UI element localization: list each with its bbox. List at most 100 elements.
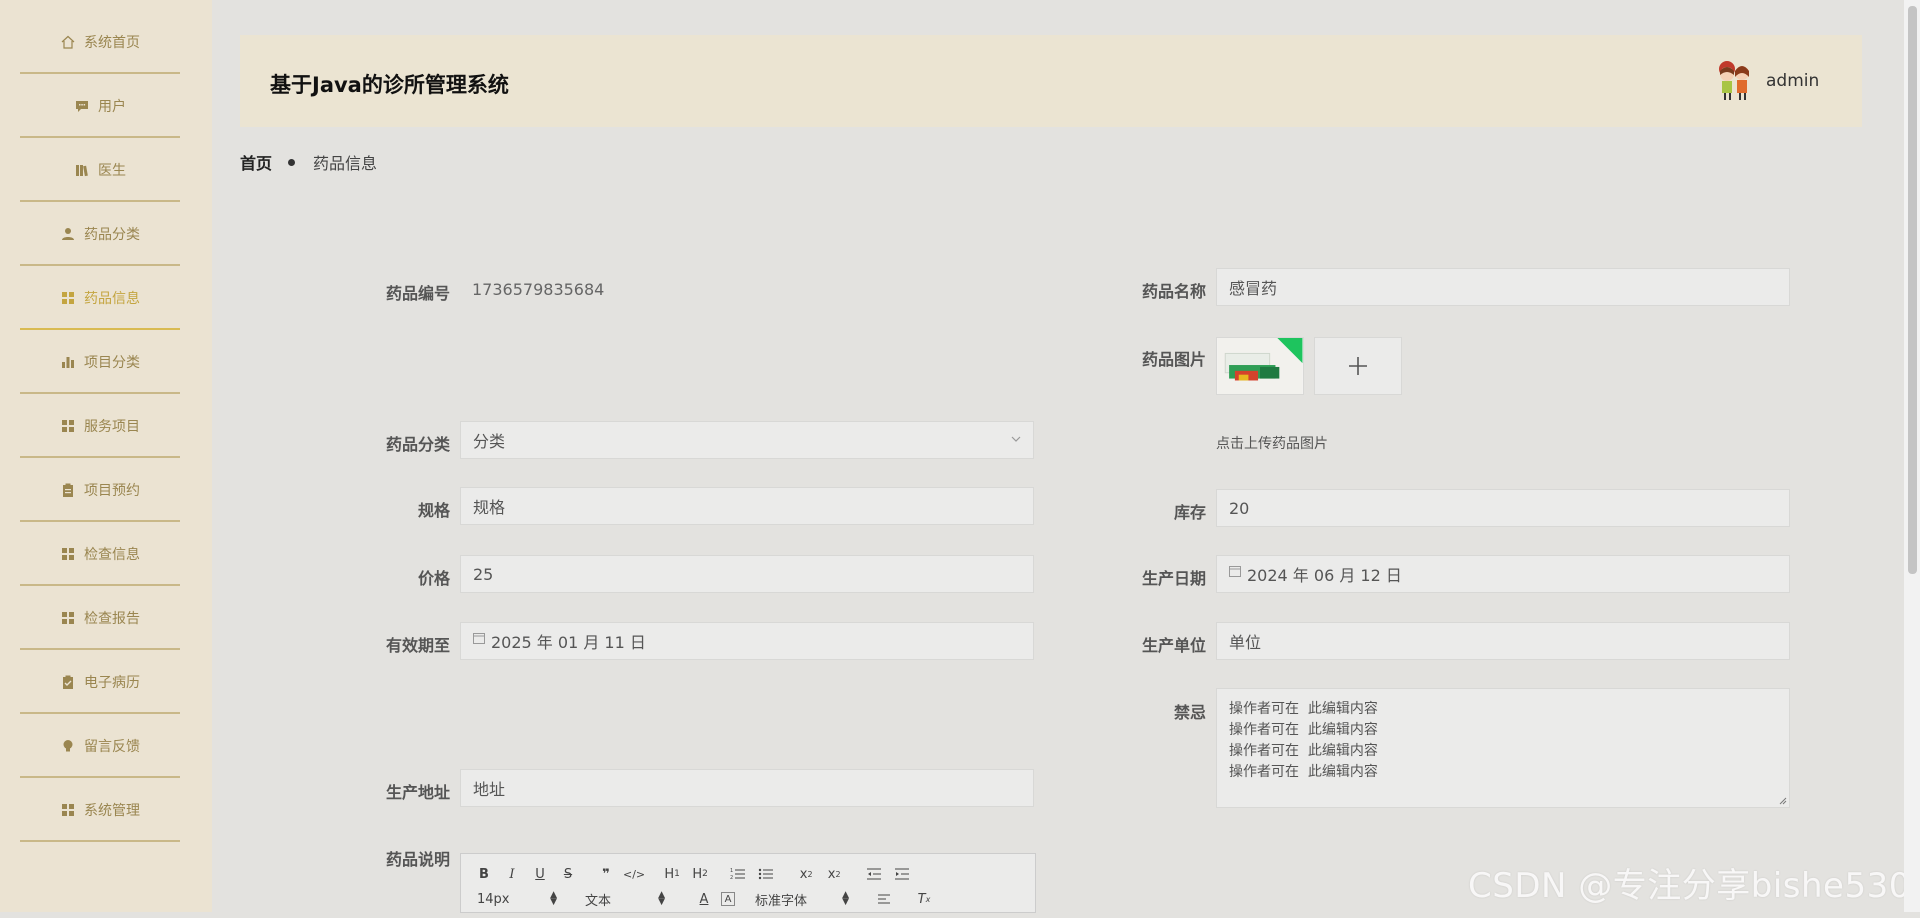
drug-image-thumbnail[interactable] [1216,337,1304,395]
sidebar-item-label: 系统首页 [84,35,140,51]
sidebar-item-drug-category[interactable]: 药品分类 [20,204,180,266]
clear-format-icon[interactable]: Tx [913,889,935,909]
subscript-button[interactable]: x2 [795,864,817,884]
label-drug-name: 药品名称 [1141,282,1206,301]
rich-text-editor[interactable]: B I U S ❞ </> H1 H2 12 x2 x2 14px ▲ ▼ 文本 ▲ ▼… [460,853,1036,913]
sidebar-item-services[interactable]: 服务项目 [20,396,180,458]
underline-button[interactable]: U [529,864,551,884]
upload-hint: 点击上传药品图片 [1216,436,1328,452]
taboo-line: 操作者可在 此编辑内容 [1229,722,1378,738]
drug-name-value: 感冒药 [1229,279,1278,298]
expiry-date-input[interactable]: 2025 年 01 月 11 日 [460,622,1034,660]
label-taboo: 禁忌 [1173,703,1206,722]
label-drug-code: 药品编号 [385,284,450,303]
avatar[interactable] [1710,55,1758,103]
sidebar-item-appointments[interactable]: 项目预约 [20,460,180,522]
scrollbar-thumb[interactable] [1908,6,1917,574]
italic-button[interactable]: I [501,864,523,884]
sidebar-item-exam-report[interactable]: 检查报告 [20,588,180,650]
clipboard-check-icon [60,674,76,690]
label-expiry: 有效期至 [385,636,450,655]
sidebar-item-label: 项目分类 [84,355,140,371]
grid-icon [60,418,76,434]
sidebar-item-home[interactable]: 系统首页 [20,12,180,74]
sidebar-item-medical-records[interactable]: 电子病历 [20,652,180,714]
address-input[interactable]: 地址 [460,769,1034,807]
label-price: 价格 [417,569,450,588]
sidebar-item-label: 项目预约 [84,483,140,499]
stock-input[interactable]: 20 [1216,489,1790,527]
sidebar-item-label: 检查报告 [84,611,140,627]
page-scrollbar[interactable] [1904,0,1920,912]
label-description: 药品说明 [385,850,450,869]
bullet-list-icon[interactable] [755,864,777,884]
label-spec: 规格 [417,501,450,520]
breadcrumb-home[interactable]: 首页 [240,150,272,174]
editor-toolbar-row-1: B I U S ❞ </> H1 H2 12 x2 x2 [473,864,919,884]
sidebar-item-exam-info[interactable]: 检查信息 [20,524,180,586]
expiry-date-value: 2025 年 01 月 11 日 [491,633,646,652]
code-icon[interactable]: </> [623,864,645,884]
drug-name-input[interactable]: 感冒药 [1216,268,1790,306]
price-input[interactable]: 25 [460,555,1034,593]
grid-icon [60,802,76,818]
sidebar-item-label: 电子病历 [84,675,140,691]
grid-icon [60,610,76,626]
bold-button[interactable]: B [473,864,495,884]
editor-toolbar-row-2: 14px ▲ ▼ 文本 ▲ ▼ A A 标准字体 ▲ ▼ Tx [477,889,941,909]
resize-handle-icon[interactable] [1779,797,1787,805]
drug-code-value: 1736579835684 [472,280,605,299]
taboo-line: 操作者可在 此编辑内容 [1229,764,1378,780]
sidebar-item-system[interactable]: 系统管理 [20,780,180,842]
book-icon [74,162,90,178]
manufacturer-input-value: 单位 [1229,633,1262,652]
sidebar-item-label: 服务项目 [84,419,140,435]
taboo-textarea[interactable]: 操作者可在 此编辑内容 操作者可在 此编辑内容 操作者可在 此编辑内容 操作者可… [1216,688,1790,808]
sidebar-item-project-category[interactable]: 项目分类 [20,332,180,394]
quote-icon[interactable]: ❞ [595,864,617,884]
sidebar-item-drug-info[interactable]: 药品信息 [20,268,180,330]
font-size-value: 14px [477,891,510,907]
superscript-button[interactable]: x2 [823,864,845,884]
heading2-button[interactable]: H2 [689,864,711,884]
spec-input[interactable]: 规格 [460,487,1034,525]
label-manufacturer: 生产单位 [1141,636,1206,655]
taboo-line: 操作者可在 此编辑内容 [1229,701,1378,717]
clipboard-icon [60,482,76,498]
indent-icon[interactable] [891,864,913,884]
calendar-icon [1229,566,1241,577]
username[interactable]: admin [1766,71,1819,91]
font-family-select[interactable]: 标准字体 ▲ ▼ [755,890,849,909]
person-icon [60,226,76,242]
stock-input-value: 20 [1229,498,1250,518]
font-color-icon[interactable]: A [693,889,715,909]
chat-icon [74,98,90,114]
calendar-icon [473,633,485,644]
font-family-value: 标准字体 [755,893,808,909]
sidebar-item-doctors[interactable]: 医生 [20,140,180,202]
grid-icon [60,546,76,562]
label-stock: 库存 [1173,503,1206,522]
font-size-select[interactable]: 14px ▲ ▼ [477,891,557,907]
outdent-icon[interactable] [863,864,885,884]
drug-category-select[interactable]: 分类 [460,421,1034,459]
top-header: 基于Java的诊所管理系统 admin [240,35,1862,127]
grid-icon [60,290,76,306]
price-input-value: 25 [473,564,494,584]
block-type-select[interactable]: 文本 ▲ ▼ [585,890,665,909]
taboo-line: 操作者可在 此编辑内容 [1229,743,1378,759]
heading1-button[interactable]: H1 [661,864,683,884]
sidebar-item-feedback[interactable]: 留言反馈 [20,716,180,778]
ordered-list-icon[interactable]: 12 [727,864,749,884]
sidebar-item-label: 药品分类 [84,227,140,243]
app-title: 基于Java的诊所管理系统 [270,73,509,97]
align-left-icon[interactable] [873,889,895,909]
manufacturer-input[interactable]: 单位 [1216,622,1790,660]
label-production-date: 生产日期 [1141,569,1206,588]
sidebar-item-users[interactable]: 用户 [20,76,180,138]
production-date-input[interactable]: 2024 年 06 月 12 日 [1216,555,1790,593]
strike-button[interactable]: S [557,864,579,884]
image-upload-button[interactable] [1314,337,1402,395]
watermark: CSDN @专注分享bishe530 [1468,866,1911,906]
background-color-icon[interactable]: A [721,892,735,906]
